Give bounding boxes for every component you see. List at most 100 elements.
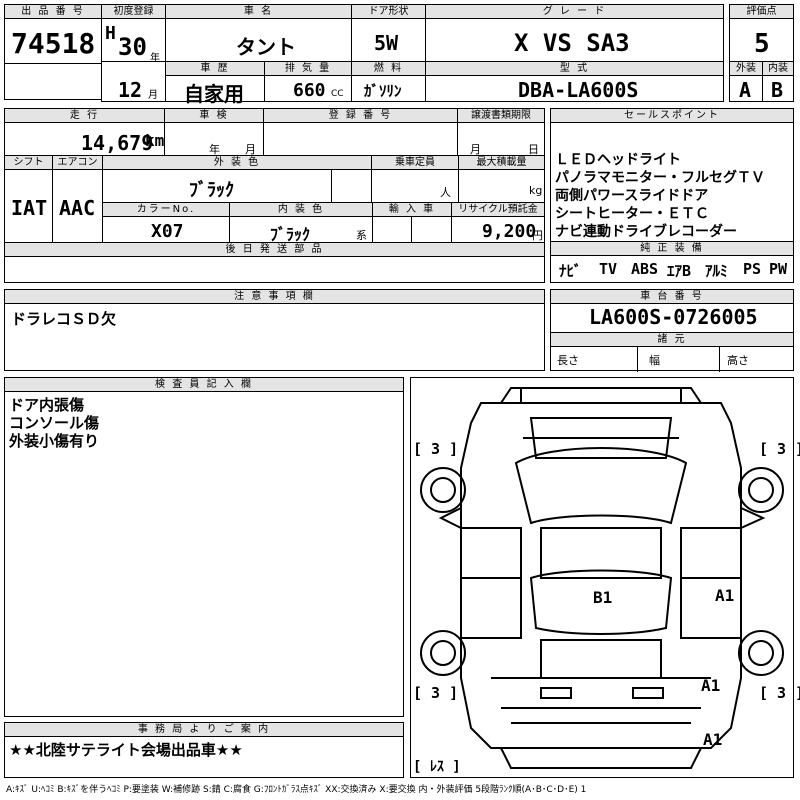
- int-grade: B: [771, 78, 784, 102]
- equip-item: ｴｱB: [667, 262, 692, 280]
- tire-rear-left: [ 3 ]: [413, 684, 459, 702]
- ac: AAC: [59, 196, 96, 220]
- first-reg-month: 12: [118, 78, 143, 102]
- notes-label: 注 意 事 項 欄: [5, 290, 544, 304]
- sales-line: パノラマモニター・フルセグＴＶ: [555, 170, 765, 186]
- door-label: ドア形状: [352, 5, 425, 19]
- inspector-label: 検 査 員 記 入 欄: [5, 378, 403, 392]
- spec-length: 長さ: [557, 354, 579, 367]
- equip-label: 純 正 装 備: [551, 242, 793, 256]
- notes-cell: 注 意 事 項 欄 ドラレコＳＤ欠: [4, 289, 545, 371]
- notes-text: ドラレコＳＤ欠: [11, 310, 117, 328]
- era: H: [105, 23, 116, 44]
- later-parts-cell: 後 日 発 送 部 品: [4, 242, 545, 283]
- recycle-unit: 円: [532, 229, 543, 242]
- shift: IAT: [11, 196, 48, 220]
- import-label: 輸 入 車: [373, 203, 451, 217]
- ac-cell: エアコン AAC: [52, 155, 103, 243]
- score: 5: [754, 29, 770, 59]
- tire-front-left: [ 3 ]: [413, 440, 459, 458]
- name-cell: 車 名 タント: [165, 4, 352, 62]
- office-cell: 事 務 局 よ り ご 案 内 ★★北陸サテライト会場出品車★★: [4, 722, 404, 778]
- recycle-label: リサイクル預託金: [452, 203, 544, 217]
- import-cell: 輸 入 車: [372, 202, 452, 244]
- inspection-label: 車 検: [165, 109, 263, 123]
- month-unit: 月: [148, 90, 158, 101]
- mileage-unit: km: [145, 131, 165, 150]
- chassis-label: 車 台 番 号: [551, 290, 793, 304]
- reg-cell: 登 録 番 号: [263, 108, 458, 156]
- mileage-label: 走 行: [5, 109, 164, 123]
- spec-label: 諸 元: [551, 333, 793, 347]
- chassis-cell: 車 台 番 号 LA600S-0726005 諸 元 長さ 幅 高さ: [550, 289, 794, 372]
- tire-rear-right: [ 3 ]: [759, 684, 800, 702]
- cc-unit: CC: [331, 89, 344, 99]
- int-color-label: 内 装 色: [230, 203, 372, 217]
- equip-item: ABS: [631, 260, 659, 278]
- equip-cell: 純 正 装 備 ﾅﾋﾞ TV ABS ｴｱB ｱﾙﾐ PS PW: [550, 241, 794, 283]
- color-no-cell: カラーNo. X07: [102, 202, 230, 243]
- sales-line: 両側パワースライドドア: [555, 188, 709, 204]
- sales-cell: セールスポイント ＬＥＤヘッドライト パノラマモニター・フルセグＴＶ 両側パワー…: [550, 108, 794, 242]
- ext-grade: A: [739, 78, 752, 102]
- office-text: ★★北陸サテライト会場出品車★★: [9, 741, 243, 759]
- damage-mark: B1: [593, 588, 613, 607]
- reg-label: 登 録 番 号: [264, 109, 457, 123]
- transfer-cell: 譲渡書類期限 月 日: [457, 108, 545, 156]
- office-label: 事 務 局 よ り ご 案 内: [5, 723, 403, 737]
- shift-label: シフト: [5, 156, 52, 170]
- month-cell: 12 月: [101, 61, 166, 102]
- equip-item: PS: [743, 260, 762, 278]
- load-unit: kg: [529, 184, 543, 197]
- color-cell: 外 装 色 ﾌﾞﾗｯｸ: [102, 155, 372, 204]
- color-no-label: カラーNo.: [103, 203, 229, 217]
- capacity-unit: 人: [440, 186, 451, 199]
- cc-cell: 排 気 量 660 CC: [264, 61, 352, 102]
- fuel: ｶﾞｿﾘﾝ: [364, 82, 402, 100]
- diagram-cell: [ 3 ] [ 3 ] [ 3 ] [ 3 ] [ ﾚｽ ] B1 A1 A1 …: [410, 377, 800, 778]
- load-label: 最大積載量: [459, 156, 544, 170]
- sales-line: ＬＥＤヘッドライト: [555, 152, 681, 168]
- history-cell: 車 歴 自家用: [165, 61, 265, 106]
- grade-label: グ レ ー ド: [426, 5, 723, 19]
- fuel-label: 燃 料: [352, 62, 425, 76]
- lot-label: 出 品 番 号: [5, 5, 101, 19]
- ac-label: エアコン: [53, 156, 102, 170]
- capacity-label: 乗車定員: [372, 156, 458, 170]
- spare-tire: [ ﾚｽ ]: [413, 759, 461, 775]
- grade: X VS SA3: [514, 29, 630, 57]
- history-label: 車 歴: [166, 62, 264, 76]
- spec-width: 幅: [649, 354, 660, 367]
- tire-front-right: [ 3 ]: [759, 440, 800, 458]
- inspector-cell: 検 査 員 記 入 欄 ドア内張傷 コンソール傷 外装小傷有り: [4, 377, 404, 717]
- car-diagram: [420, 387, 784, 769]
- equip-item: ｱﾙﾐ: [705, 262, 728, 280]
- fuel-cell: 燃 料 ｶﾞｿﾘﾝ: [351, 61, 426, 102]
- chassis-number: LA600S-0726005: [589, 305, 758, 329]
- later-parts-label: 後 日 発 送 部 品: [5, 243, 544, 257]
- lot-number: 74518: [11, 27, 96, 60]
- sales-label: セールスポイント: [551, 109, 793, 123]
- equip-item: TV: [599, 260, 618, 278]
- recycle-fee: 9,200: [482, 221, 537, 242]
- ext-label: 外装: [730, 62, 762, 76]
- door-cell: ドア形状 5W: [351, 4, 426, 62]
- mileage: 14,679: [81, 131, 154, 155]
- grade-cell: グ レ ー ド X VS SA3: [425, 4, 724, 62]
- name-label: 車 名: [166, 5, 351, 19]
- capacity-cell: 乗車定員 人: [371, 155, 459, 203]
- inspector-line: 外装小傷有り: [9, 432, 100, 450]
- sales-line: ナビ連動ドライブレコーダー: [555, 224, 737, 240]
- damage-mark: A1: [703, 730, 723, 749]
- car-name: タント: [236, 35, 296, 59]
- inspection-cell: 車 検 年 月: [164, 108, 264, 156]
- cc-label: 排 気 量: [265, 62, 351, 76]
- sales-line: シートヒーター・ＥＴＣ: [555, 206, 709, 222]
- body-color: ﾌﾞﾗｯｸ: [189, 180, 234, 201]
- color-label: 外 装 色: [103, 156, 371, 170]
- recycle-cell: リサイクル預託金 9,200 円: [451, 202, 545, 243]
- score-cell: 評価点 5: [729, 4, 794, 62]
- spec-height: 高さ: [727, 354, 749, 367]
- history: 自家用: [184, 82, 244, 106]
- shift-cell: シフト IAT: [4, 155, 53, 243]
